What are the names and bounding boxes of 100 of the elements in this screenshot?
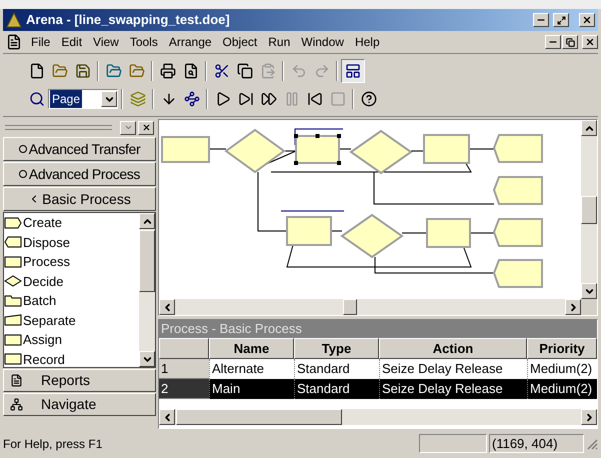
decision-diamond (349, 130, 413, 174)
menu-item[interactable]: Run (263, 33, 296, 51)
scroll-right-button[interactable] (565, 299, 581, 315)
redo-icon (314, 63, 330, 79)
column-header[interactable]: Type (294, 338, 379, 359)
tree-icon (10, 398, 23, 411)
grid-row[interactable]: 2 Main Standard Seize Delay Release Medium(2) (159, 379, 597, 399)
table-cell: Main (209, 379, 294, 399)
scrollbar-thumb[interactable] (176, 409, 342, 425)
down-arrow-icon (160, 91, 176, 107)
panel-bar[interactable]: Reports (3, 369, 156, 392)
scroll-left-button[interactable] (159, 409, 175, 425)
help-pointer-icon (360, 91, 376, 107)
restore-button[interactable] (562, 35, 578, 49)
scroll-down-button[interactable] (581, 283, 597, 299)
module-item[interactable]: Create (4, 213, 139, 232)
rectangle-icon (4, 334, 22, 346)
module-item[interactable]: Record (4, 350, 139, 369)
connector-line (402, 232, 428, 234)
panel-bar[interactable]: Advanced Transfer (3, 137, 156, 161)
layout-window-button[interactable] (341, 59, 365, 83)
table-cell: Medium(2) (527, 379, 597, 399)
connector-line (330, 230, 342, 232)
dropdown-button[interactable] (101, 91, 117, 107)
restore-icon (566, 38, 574, 46)
column-header[interactable]: Priority (527, 338, 597, 359)
menu-item[interactable]: File (26, 33, 56, 51)
connector-line (210, 148, 226, 150)
connector-line (338, 148, 352, 150)
panel-menu-button[interactable] (120, 120, 136, 134)
module-item[interactable]: Dispose (4, 232, 139, 252)
grip-handle[interactable] (5, 125, 112, 130)
diamond-icon (4, 275, 22, 288)
animation-queue-line (280, 210, 344, 212)
vertical-scrollbar[interactable] (139, 213, 155, 367)
row-number: 1 (159, 359, 209, 379)
horizontal-scrollbar[interactable] (159, 409, 597, 425)
scroll-down-button[interactable] (139, 351, 155, 367)
menu-item[interactable]: Window (296, 33, 349, 51)
menu-item[interactable]: View (88, 33, 124, 51)
panel-bar[interactable]: Navigate (3, 393, 156, 416)
menu-item[interactable]: Edit (56, 33, 88, 51)
stop-icon (330, 91, 346, 107)
step-icon (238, 91, 254, 107)
close-button[interactable] (579, 13, 595, 27)
scroll-up-button[interactable] (581, 120, 597, 136)
dispose-module (492, 218, 543, 247)
module-item[interactable]: Batch (4, 291, 139, 310)
column-header[interactable]: Name (209, 338, 294, 359)
module-box (294, 134, 341, 165)
animation-queue-line (294, 128, 344, 146)
panel-close-button[interactable] (138, 120, 154, 134)
report-icon (10, 374, 23, 387)
open-folder-icon (128, 63, 144, 79)
grid-title: Process - Basic Process (159, 320, 597, 338)
print-preview-icon (182, 63, 198, 79)
rectangle-icon (4, 256, 22, 268)
resize-grip-icon[interactable] (586, 438, 598, 450)
scroll-left-button[interactable] (159, 299, 175, 315)
column-header[interactable]: Action (379, 338, 527, 359)
horizontal-scrollbar[interactable] (159, 299, 581, 315)
scrollbar-thumb[interactable] (581, 196, 597, 224)
decision-diamond (224, 128, 286, 174)
minimize-button[interactable] (545, 35, 561, 49)
rectangle-icon (4, 353, 22, 366)
trapezoid-icon (4, 314, 22, 326)
close-button[interactable] (582, 35, 598, 49)
zoom-combobox[interactable]: Page (48, 89, 118, 109)
panel-bar[interactable]: Basic Process (3, 187, 156, 211)
folder-shape-icon (4, 294, 22, 307)
layers-icon (130, 91, 146, 107)
coordinates-pane: (1169, 404) (489, 434, 584, 453)
module-box (161, 136, 210, 163)
logo-icon (6, 12, 22, 28)
module-item[interactable]: Decide (4, 272, 139, 291)
scrollbar-thumb[interactable] (139, 230, 155, 292)
dispose-module (492, 176, 543, 205)
module-item[interactable]: Process (4, 252, 139, 272)
menu-item[interactable]: Arrange (164, 33, 217, 51)
scrollbar-thumb[interactable] (343, 299, 357, 315)
vertical-scrollbar[interactable] (581, 120, 597, 299)
panel-bar[interactable]: Advanced Process (3, 162, 156, 186)
scroll-right-button[interactable] (581, 409, 597, 425)
module-item[interactable]: Assign (4, 330, 139, 350)
open-folder-icon (52, 63, 68, 79)
menu-item[interactable]: Object (218, 33, 262, 51)
module-item[interactable]: Separate (4, 310, 139, 330)
close-icon (585, 37, 595, 47)
connect-icon (184, 91, 200, 107)
maximize-button[interactable] (553, 13, 569, 27)
status-pane (419, 434, 487, 453)
copy-icon (236, 63, 252, 79)
menu-item[interactable]: Help (350, 33, 385, 51)
undo-icon (290, 63, 306, 79)
minimize-button[interactable] (533, 13, 549, 27)
menu-item[interactable]: Tools (124, 33, 163, 51)
table-cell: Standard (294, 379, 379, 399)
scrollbar-corner (581, 299, 597, 315)
scroll-up-button[interactable] (139, 213, 155, 229)
document-icon[interactable] (6, 34, 22, 50)
